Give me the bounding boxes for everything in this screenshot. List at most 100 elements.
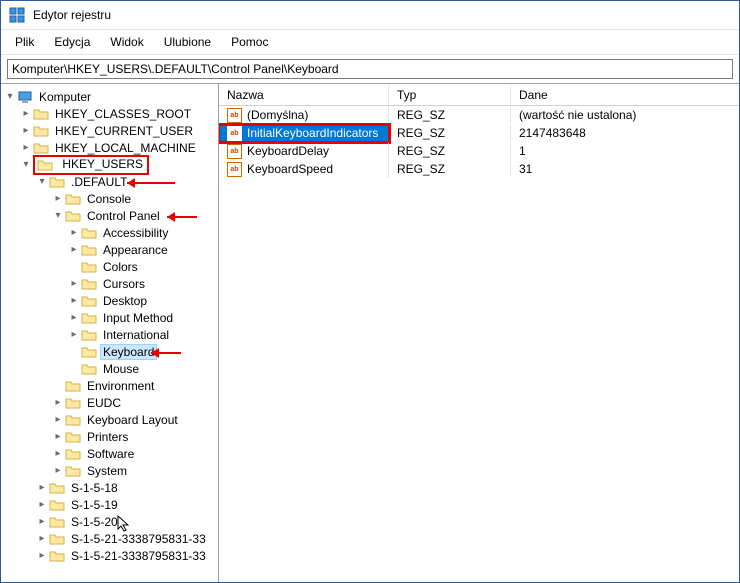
twisty-collapsed-icon[interactable]: ▸ <box>67 244 81 255</box>
twisty-collapsed-icon[interactable]: ▸ <box>67 278 81 289</box>
twisty-collapsed-icon[interactable]: ▸ <box>67 329 81 340</box>
list-row[interactable]: ab (Domyślna) REG_SZ (wartość nie ustalon… <box>219 106 739 124</box>
tree-root[interactable]: Komputer <box>37 90 93 104</box>
twisty-collapsed-icon[interactable]: ▸ <box>51 465 65 476</box>
folder-icon <box>81 327 97 343</box>
twisty-collapsed-icon[interactable]: ▸ <box>19 108 33 119</box>
computer-icon <box>17 89 33 105</box>
menu-help[interactable]: Pomoc <box>221 32 278 52</box>
string-value-icon: ab <box>227 144 242 159</box>
twisty-collapsed-icon[interactable]: ▸ <box>67 295 81 306</box>
tree-pane[interactable]: ▾ Komputer ▸ HKEY_CLASSES_ROOT ▸ HKEY_CU… <box>1 84 219 582</box>
value-name: InitialKeyboardIndicators <box>247 126 378 140</box>
folder-icon <box>37 157 53 173</box>
tree-sid-21b[interactable]: S-1-5-21-3338795831-33 <box>69 549 208 563</box>
twisty-collapsed-icon[interactable]: ▸ <box>51 431 65 442</box>
twisty-collapsed-icon[interactable]: ▸ <box>19 142 33 153</box>
value-name: (Domyślna) <box>247 108 308 122</box>
folder-icon <box>81 242 97 258</box>
list-row[interactable]: abInitialKeyboardIndicators REG_SZ 21474… <box>219 124 739 142</box>
value-data: 1 <box>511 143 739 159</box>
string-value-icon: ab <box>227 108 242 123</box>
tree-key-desktop[interactable]: Desktop <box>101 294 149 308</box>
window-title: Edytor rejestru <box>33 8 111 22</box>
registry-tree: ▾ Komputer ▸ HKEY_CLASSES_ROOT ▸ HKEY_CU… <box>1 84 218 569</box>
folder-icon <box>33 106 49 122</box>
value-data: (wartość nie ustalona) <box>511 107 739 123</box>
tree-hive-hklm[interactable]: HKEY_LOCAL_MACHINE <box>53 141 198 155</box>
col-header-name[interactable]: Nazwa <box>219 85 389 105</box>
value-type: REG_SZ <box>389 107 511 123</box>
highlight-hku: HKEY_USERS <box>33 155 149 175</box>
col-header-data[interactable]: Dane <box>511 85 739 105</box>
tree-key-environment[interactable]: Environment <box>85 379 156 393</box>
tree-key-mouse[interactable]: Mouse <box>101 362 141 376</box>
folder-icon <box>49 480 65 496</box>
annotation-arrow-icon <box>159 209 199 225</box>
main-split: ▾ Komputer ▸ HKEY_CLASSES_ROOT ▸ HKEY_CU… <box>1 84 739 582</box>
folder-icon <box>65 412 81 428</box>
twisty-collapsed-icon[interactable]: ▸ <box>51 193 65 204</box>
twisty-collapsed-icon[interactable]: ▸ <box>35 516 49 527</box>
menu-view[interactable]: Widok <box>100 32 153 52</box>
twisty-collapsed-icon[interactable]: ▸ <box>51 397 65 408</box>
menubar: Plik Edycja Widok Ulubione Pomoc <box>1 30 739 55</box>
tree-sid-19[interactable]: S-1-5-19 <box>69 498 120 512</box>
twisty-collapsed-icon[interactable]: ▸ <box>35 550 49 561</box>
list-pane[interactable]: Nazwa Typ Dane ab (Domyślna) REG_SZ (wart… <box>219 84 739 582</box>
twisty-collapsed-icon[interactable]: ▸ <box>35 482 49 493</box>
tree-key-inputmethod[interactable]: Input Method <box>101 311 175 325</box>
twisty-collapsed-icon[interactable]: ▸ <box>19 125 33 136</box>
tree-key-accessibility[interactable]: Accessibility <box>101 226 170 240</box>
folder-icon <box>81 225 97 241</box>
tree-key-system[interactable]: System <box>85 464 129 478</box>
tree-key-eudc[interactable]: EUDC <box>85 396 123 410</box>
folder-icon <box>65 446 81 462</box>
tree-key-appearance[interactable]: Appearance <box>101 243 170 257</box>
value-type: REG_SZ <box>389 161 511 177</box>
twisty-collapsed-icon[interactable]: ▸ <box>35 499 49 510</box>
menu-file[interactable]: Plik <box>5 32 44 52</box>
regedit-icon <box>9 7 25 23</box>
folder-icon <box>81 293 97 309</box>
twisty-collapsed-icon[interactable]: ▸ <box>67 227 81 238</box>
tree-key-controlpanel[interactable]: Control Panel <box>85 209 162 223</box>
folder-icon <box>49 174 65 190</box>
twisty-expanded-icon[interactable]: ▾ <box>35 176 49 187</box>
twisty-expanded-icon[interactable]: ▾ <box>51 210 65 221</box>
tree-sid-18[interactable]: S-1-5-18 <box>69 481 120 495</box>
address-input[interactable] <box>7 59 733 79</box>
tree-key-colors[interactable]: Colors <box>101 260 140 274</box>
tree-key-cursors[interactable]: Cursors <box>101 277 147 291</box>
list-row[interactable]: abKeyboardDelay REG_SZ 1 <box>219 142 739 160</box>
twisty-collapsed-icon[interactable]: ▸ <box>51 414 65 425</box>
twisty-expanded-icon[interactable]: ▾ <box>19 159 33 170</box>
tree-sid-20[interactable]: S-1-5-20 <box>69 515 120 529</box>
col-header-type[interactable]: Typ <box>389 85 511 105</box>
folder-icon <box>49 548 65 564</box>
tree-key-keyboardlayout[interactable]: Keyboard Layout <box>85 413 180 427</box>
folder-icon <box>33 140 49 156</box>
titlebar: Edytor rejestru <box>1 1 739 30</box>
value-data: 2147483648 <box>511 125 739 141</box>
folder-icon <box>65 191 81 207</box>
tree-hive-hkcu[interactable]: HKEY_CURRENT_USER <box>53 124 195 138</box>
tree-key-international[interactable]: International <box>101 328 171 342</box>
tree-hive-hkcr[interactable]: HKEY_CLASSES_ROOT <box>53 107 193 121</box>
twisty-expanded-icon[interactable]: ▾ <box>3 91 17 102</box>
tree-hive-hku[interactable]: HKEY_USERS <box>60 157 145 171</box>
menu-favorites[interactable]: Ulubione <box>154 32 221 52</box>
folder-icon <box>81 259 97 275</box>
twisty-collapsed-icon[interactable]: ▸ <box>35 533 49 544</box>
twisty-collapsed-icon[interactable]: ▸ <box>51 448 65 459</box>
tree-key-software[interactable]: Software <box>85 447 136 461</box>
tree-key-keyboard[interactable]: Keyboard <box>101 345 156 359</box>
value-name: KeyboardSpeed <box>247 162 333 176</box>
tree-key-console[interactable]: Console <box>85 192 133 206</box>
tree-sid-21a[interactable]: S-1-5-21-3338795831-33 <box>69 532 208 546</box>
menu-edit[interactable]: Edycja <box>44 32 100 52</box>
tree-default[interactable]: .DEFAULT <box>69 175 129 189</box>
list-row[interactable]: abKeyboardSpeed REG_SZ 31 <box>219 160 739 178</box>
twisty-collapsed-icon[interactable]: ▸ <box>67 312 81 323</box>
tree-key-printers[interactable]: Printers <box>85 430 130 444</box>
